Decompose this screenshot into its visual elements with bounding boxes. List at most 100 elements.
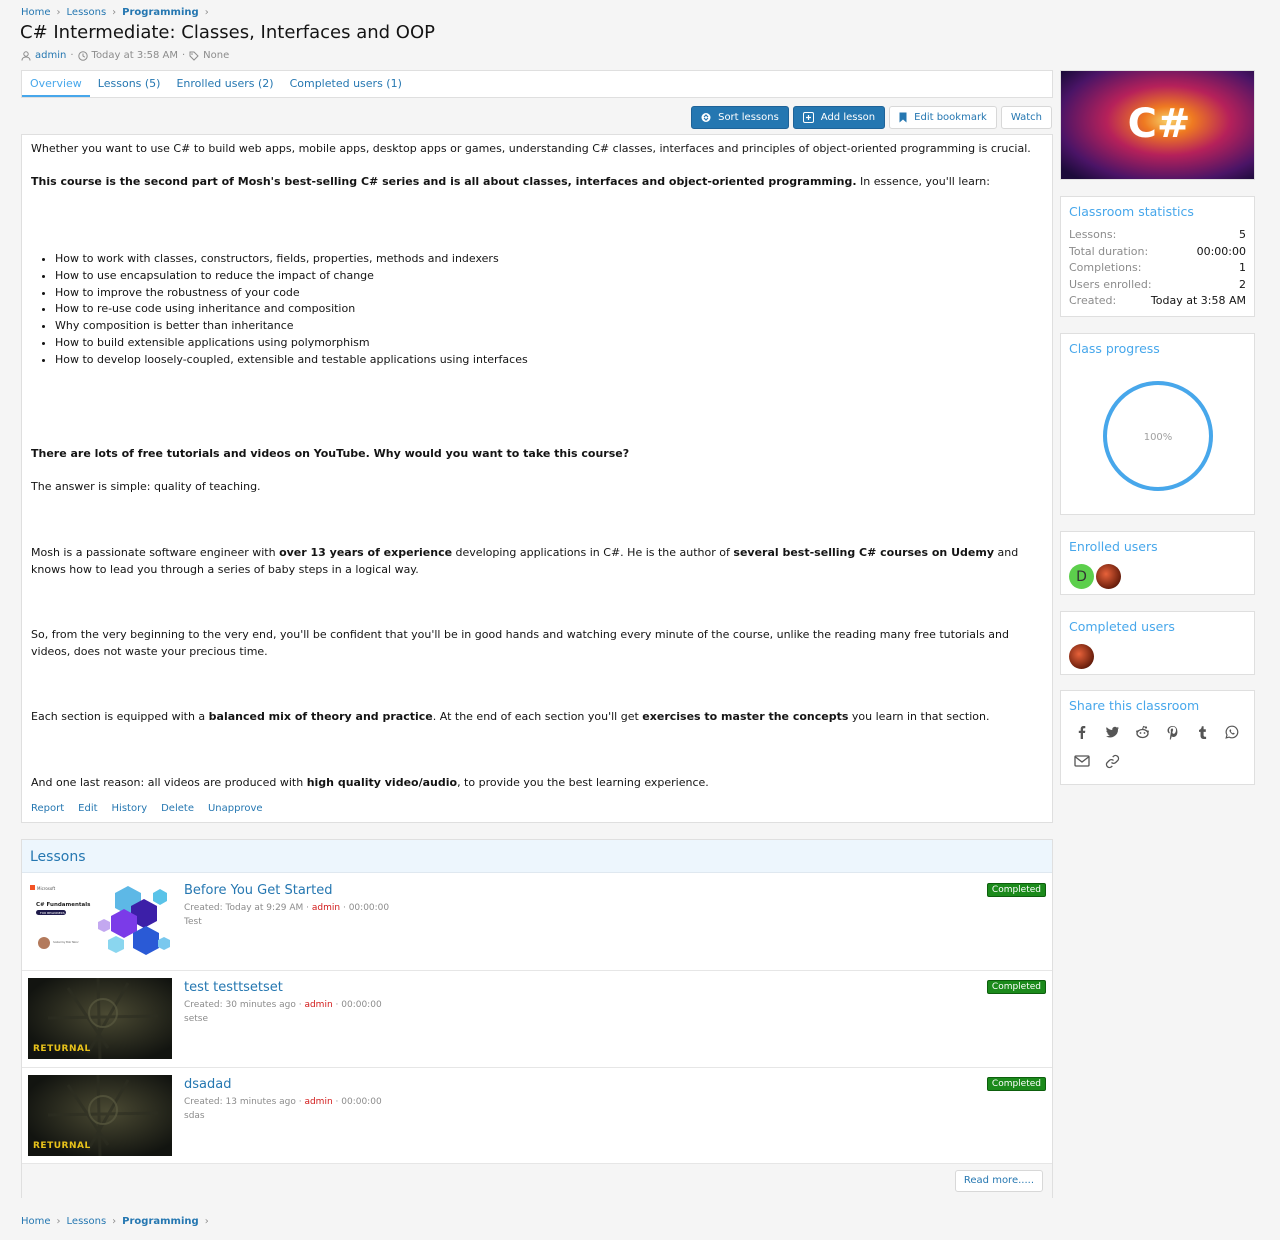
desc-paragraph: The answer is simple: quality of teachin… — [31, 480, 261, 493]
lesson-title[interactable]: test testtsetset — [184, 980, 283, 995]
svg-text:FOR BEGINNERS: FOR BEGINNERS — [40, 911, 65, 915]
lesson-author[interactable]: admin — [304, 1097, 332, 1107]
action-buttons: Sort lessons Add lesson Edit bookmark Wa… — [691, 106, 1052, 129]
desc-paragraph: Each section is equipped with a balanced… — [31, 710, 990, 723]
list-item: Why composition is better than inheritan… — [55, 318, 528, 335]
report-link[interactable]: Report — [31, 801, 64, 818]
plus-square-icon — [802, 112, 814, 123]
pinterest-icon[interactable] — [1163, 723, 1181, 741]
stat-row: Created: Today at 3:58 AM — [1069, 294, 1246, 307]
author-link[interactable]: admin — [35, 50, 66, 61]
breadcrumb-home[interactable]: Home — [21, 1216, 51, 1227]
desc-paragraph: So, from the very beginning to the very … — [31, 628, 1009, 658]
breadcrumb-current[interactable]: Programming — [122, 7, 199, 18]
course-description: Whether you want to use C# to build web … — [21, 134, 1053, 823]
chevron-right-icon: › — [56, 1216, 61, 1227]
watch-button[interactable]: Watch — [1000, 106, 1052, 129]
delete-link[interactable]: Delete — [161, 801, 194, 818]
breadcrumb-bottom: Home › Lessons › Programming › — [21, 1216, 209, 1227]
stat-row: Total duration: 00:00:00 — [1069, 244, 1246, 258]
edit-link[interactable]: Edit — [78, 801, 97, 818]
completed-badge: Completed — [986, 980, 1046, 994]
add-lesson-button[interactable]: Add lesson — [792, 106, 886, 129]
tag-icon — [189, 51, 199, 61]
reddit-icon[interactable] — [1133, 723, 1151, 741]
csharp-fundamentals-thumbnail: Microsoft C# Fundamentals FOR BEGINNERS … — [28, 881, 172, 962]
chevron-right-icon: › — [56, 7, 61, 18]
lesson-thumbnail[interactable]: RETURNAL — [28, 978, 172, 1059]
lesson-author[interactable]: admin — [312, 903, 340, 913]
lesson-row[interactable]: RETURNAL test testtsetset Created: 30 mi… — [22, 971, 1052, 1068]
svg-text:hosted by Bob Tabor: hosted by Bob Tabor — [53, 940, 80, 944]
tab-lessons[interactable]: Lessons (5) — [90, 71, 169, 97]
share-classroom: Share this classroom — [1060, 690, 1255, 785]
lesson-title[interactable]: dsadad — [184, 1077, 231, 1092]
lesson-row[interactable]: Microsoft C# Fundamentals FOR BEGINNERS … — [22, 874, 1052, 971]
chevron-right-icon: › — [204, 7, 209, 18]
tab-enrolled-users[interactable]: Enrolled users (2) — [168, 71, 281, 97]
tumblr-icon[interactable] — [1193, 723, 1211, 741]
whatsapp-icon[interactable] — [1223, 723, 1241, 741]
breadcrumb-lessons[interactable]: Lessons — [67, 1216, 107, 1227]
stat-row: Lessons: 5 — [1069, 228, 1246, 241]
page-meta: admin · Today at 3:58 AM · None — [21, 50, 229, 61]
list-item: How to build extensible applications usi… — [55, 335, 528, 352]
read-more-button[interactable]: Read more..... — [954, 1170, 1043, 1192]
post-date: Today at 3:58 AM — [91, 50, 178, 61]
lesson-note: Test — [184, 917, 202, 927]
link-icon[interactable] — [1103, 752, 1121, 770]
unapprove-link[interactable]: Unapprove — [208, 801, 263, 818]
clock-icon — [77, 50, 88, 61]
breadcrumb-lessons[interactable]: Lessons — [67, 7, 107, 18]
svg-text:RETURNAL: RETURNAL — [33, 1141, 91, 1151]
csharp-cover-image: C# — [1061, 71, 1254, 179]
chevron-right-icon: › — [204, 1216, 209, 1227]
lessons-block: Lessons Microsoft C# Fundamentals FOR BE… — [21, 839, 1053, 1198]
enrolled-users: Enrolled users D — [1060, 531, 1255, 595]
tags-value: None — [203, 50, 230, 61]
svg-text:Microsoft: Microsoft — [37, 886, 56, 891]
lesson-thumbnail[interactable]: RETURNAL — [28, 1075, 172, 1156]
lesson-author[interactable]: admin — [304, 1000, 332, 1010]
avatar[interactable] — [1069, 644, 1094, 669]
lesson-title[interactable]: Before You Get Started — [184, 883, 332, 898]
desc-paragraph: And one last reason: all videos are prod… — [31, 776, 709, 789]
history-link[interactable]: History — [112, 801, 148, 818]
classroom-cover: C# — [1060, 70, 1255, 180]
lesson-info: Created: Today at 9:29 AM · admin · 00:0… — [184, 903, 390, 913]
sort-lessons-button[interactable]: Sort lessons — [691, 106, 789, 129]
progress-ring: 100% — [1103, 381, 1213, 491]
completed-heading: Completed users — [1069, 619, 1175, 634]
classroom-statistics: Classroom statistics Lessons: 5 Total dur… — [1060, 196, 1255, 317]
edit-bookmark-button[interactable]: Edit bookmark — [889, 106, 997, 129]
enrolled-heading: Enrolled users — [1069, 539, 1158, 554]
page-title: C# Intermediate: Classes, Interfaces and… — [20, 22, 436, 43]
breadcrumb-current[interactable]: Programming — [122, 1216, 199, 1227]
email-icon[interactable] — [1073, 752, 1091, 770]
svg-text:RETURNAL: RETURNAL — [33, 1044, 91, 1054]
chevron-right-icon: › — [112, 1216, 117, 1227]
avatar[interactable] — [1096, 564, 1121, 589]
completed-badge: Completed — [986, 1077, 1046, 1091]
sort-icon — [701, 113, 711, 122]
tab-completed-users[interactable]: Completed users (1) — [282, 71, 410, 97]
completed-users: Completed users — [1060, 611, 1255, 675]
lesson-thumbnail[interactable]: Microsoft C# Fundamentals FOR BEGINNERS … — [28, 881, 172, 962]
svg-text:C#: C# — [1128, 101, 1191, 147]
facebook-icon[interactable] — [1073, 723, 1091, 741]
lesson-note: sdas — [184, 1111, 205, 1121]
lesson-info: Created: 13 minutes ago · admin · 00:00:… — [184, 1097, 382, 1107]
user-icon — [21, 50, 31, 61]
lessons-footer — [22, 1163, 1052, 1198]
lesson-note: setse — [184, 1014, 208, 1024]
progress-heading: Class progress — [1069, 341, 1160, 356]
tab-overview[interactable]: Overview — [22, 71, 90, 97]
returnal-thumbnail: RETURNAL — [28, 1075, 172, 1156]
lesson-row[interactable]: RETURNAL dsadad Created: 13 minutes ago … — [22, 1068, 1052, 1165]
desc-paragraph: This course is the second part of Mosh's… — [31, 175, 990, 188]
avatar[interactable]: D — [1069, 564, 1094, 589]
twitter-icon[interactable] — [1103, 723, 1121, 741]
breadcrumb-home[interactable]: Home — [21, 7, 51, 18]
progress-label: 100% — [1144, 432, 1173, 443]
returnal-thumbnail: RETURNAL — [28, 978, 172, 1059]
